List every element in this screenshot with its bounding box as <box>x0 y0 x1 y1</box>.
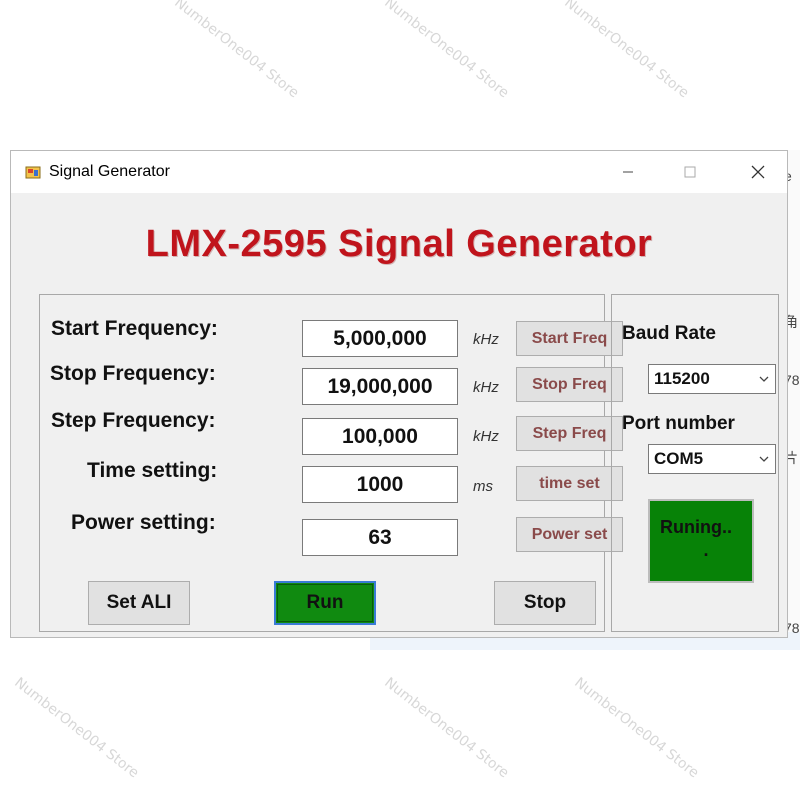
power-setting-label: Power setting: <box>71 511 216 534</box>
step-frequency-field[interactable] <box>302 418 458 455</box>
maximize-icon <box>684 166 696 178</box>
app-heading: LMX-2595 Signal Generator <box>145 223 653 265</box>
time-set-button[interactable]: time set <box>516 466 623 501</box>
baud-rate-value: 115200 <box>654 369 710 388</box>
close-icon <box>751 165 765 179</box>
title-bar[interactable]: Signal Generator <box>11 151 787 193</box>
baud-rate-select[interactable]: 115200 <box>648 364 776 394</box>
run-button[interactable]: Run <box>274 581 376 625</box>
stop-frequency-unit: kHz <box>473 379 499 396</box>
start-frequency-label: Start Frequency: <box>51 317 218 340</box>
step-frequency-unit: kHz <box>473 428 499 445</box>
minimize-icon <box>623 171 633 173</box>
settings-group: Start Frequency: kHz Start Freq Stop Fre… <box>39 294 623 632</box>
close-button[interactable] <box>735 157 781 187</box>
start-frequency-field[interactable] <box>302 320 458 357</box>
status-dot: . <box>703 540 709 560</box>
chevron-down-icon <box>759 376 769 382</box>
watermark-text: NumberOne004 Store <box>11 674 142 782</box>
stop-freq-button[interactable]: Stop Freq <box>516 367 623 402</box>
port-number-label: Port number <box>622 413 735 434</box>
port-number-select[interactable]: COM5 <box>648 444 776 474</box>
watermark-text: NumberOne004 Store <box>571 674 702 782</box>
watermark-text: NumberOne004 Store <box>561 0 692 102</box>
watermark-text: NumberOne004 Store <box>381 0 512 102</box>
signal-generator-window: Signal Generator LMX-2595 Signal Generat… <box>10 150 788 638</box>
watermark-text: NumberOne004 Store <box>381 674 512 782</box>
power-setting-field[interactable] <box>302 519 458 556</box>
maximize-button[interactable] <box>667 157 713 187</box>
start-freq-button[interactable]: Start Freq <box>516 321 623 356</box>
minimize-button[interactable] <box>605 157 651 187</box>
stop-button[interactable]: Stop <box>494 581 596 625</box>
time-setting-unit: ms <box>473 478 493 495</box>
status-text: Runing.. <box>660 517 732 537</box>
window-title: Signal Generator <box>49 163 170 180</box>
step-freq-button[interactable]: Step Freq <box>516 416 623 451</box>
stop-frequency-label: Stop Frequency: <box>50 362 216 385</box>
app-icon <box>25 166 41 179</box>
time-setting-label: Time setting: <box>87 459 218 482</box>
baud-rate-label: Baud Rate <box>622 323 716 344</box>
chevron-down-icon <box>759 456 769 462</box>
stop-frequency-field[interactable] <box>302 368 458 405</box>
set-ali-button[interactable]: Set ALI <box>88 581 190 625</box>
time-setting-field[interactable] <box>302 466 458 503</box>
status-indicator: Runing.. . <box>648 499 754 583</box>
power-set-button[interactable]: Power set <box>516 517 623 552</box>
step-frequency-label: Step Frequency: <box>51 409 216 432</box>
port-number-value: COM5 <box>654 449 704 468</box>
start-frequency-unit: kHz <box>473 331 499 348</box>
watermark-text: NumberOne004 Store <box>171 0 302 102</box>
serial-port-group: Baud Rate 115200 Port number COM5 Runing… <box>611 294 779 632</box>
